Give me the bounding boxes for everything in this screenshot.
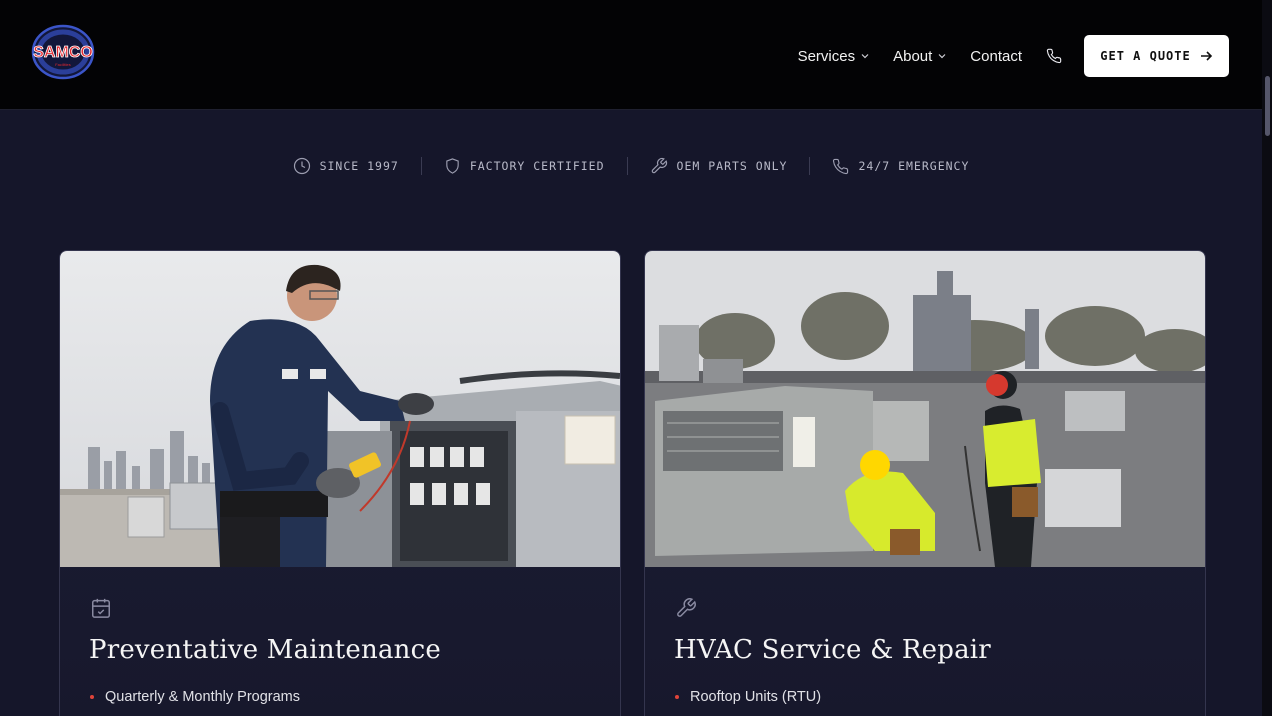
list-item: Rooftop Units (RTU)	[675, 689, 821, 705]
rooftop-crew-photo	[645, 251, 1205, 567]
phone-button[interactable]	[1046, 48, 1062, 64]
bullet-dot	[675, 695, 679, 699]
badge-oem-label: OEM PARTS ONLY	[676, 159, 788, 173]
bullet-dot	[90, 695, 94, 699]
list-item-label: Rooftop Units (RTU)	[690, 689, 822, 705]
badge-certified-label: FACTORY CERTIFIED	[469, 159, 605, 173]
trust-badges: SINCE 1997 FACTORY CERTIFIED OEM PARTS O…	[0, 157, 1262, 175]
svg-text:Facilities: Facilities	[55, 62, 71, 67]
card-list: Quarterly & Monthly Programs	[90, 689, 300, 705]
chevron-down-icon	[861, 54, 869, 59]
site-header: SAMCO Facilities Services About Contact …	[0, 0, 1262, 110]
service-card-maintenance[interactable]: Preventative Maintenance Quarterly & Mon…	[59, 250, 621, 716]
nav-contact-label: Contact	[970, 47, 1022, 65]
nav-about-label: About	[893, 47, 933, 65]
scrollbar-thumb[interactable]	[1265, 76, 1270, 136]
shield-icon	[446, 158, 459, 174]
badge-since: SINCE 1997	[293, 157, 399, 175]
badge-emergency-label: 24/7 EMERGENCY	[858, 159, 970, 173]
card-title: HVAC Service & Repair	[674, 635, 991, 665]
technician-photo	[60, 251, 620, 567]
wrench-icon	[677, 598, 696, 617]
main-nav: Services About Contact GET A QUOTE	[798, 35, 1229, 77]
get-a-quote-button[interactable]: GET A QUOTE	[1084, 35, 1229, 77]
divider	[809, 157, 811, 175]
nav-services[interactable]: Services	[798, 48, 870, 65]
badge-certified: FACTORY CERTIFIED	[444, 157, 605, 175]
nav-about[interactable]: About	[893, 48, 946, 65]
divider	[420, 157, 422, 175]
nav-contact[interactable]: Contact	[970, 48, 1022, 65]
list-item-label: Quarterly & Monthly Programs	[105, 689, 301, 705]
badge-since-label: SINCE 1997	[319, 159, 399, 173]
clock-icon	[293, 157, 310, 175]
phone-icon	[1046, 48, 1062, 64]
card-list: Rooftop Units (RTU)	[675, 689, 821, 705]
list-item: Quarterly & Monthly Programs	[90, 689, 300, 705]
get-a-quote-label: GET A QUOTE	[1100, 49, 1191, 63]
chevron-down-icon	[938, 54, 946, 59]
wrench-icon	[651, 157, 667, 174]
card-title: Preventative Maintenance	[89, 635, 441, 665]
samco-logo[interactable]: SAMCO Facilities	[25, 24, 101, 80]
phone-icon	[833, 158, 849, 174]
svg-text:SAMCO: SAMCO	[33, 44, 93, 61]
scrollbar[interactable]	[1262, 0, 1272, 716]
calendar-check-icon	[92, 598, 110, 618]
service-card-hvac-repair[interactable]: HVAC Service & Repair Rooftop Units (RTU…	[644, 250, 1206, 716]
nav-services-label: Services	[797, 47, 856, 65]
divider	[626, 157, 628, 175]
badge-oem: OEM PARTS ONLY	[650, 157, 788, 175]
arrow-right-icon	[1200, 51, 1212, 61]
badge-emergency: 24/7 EMERGENCY	[832, 158, 969, 175]
